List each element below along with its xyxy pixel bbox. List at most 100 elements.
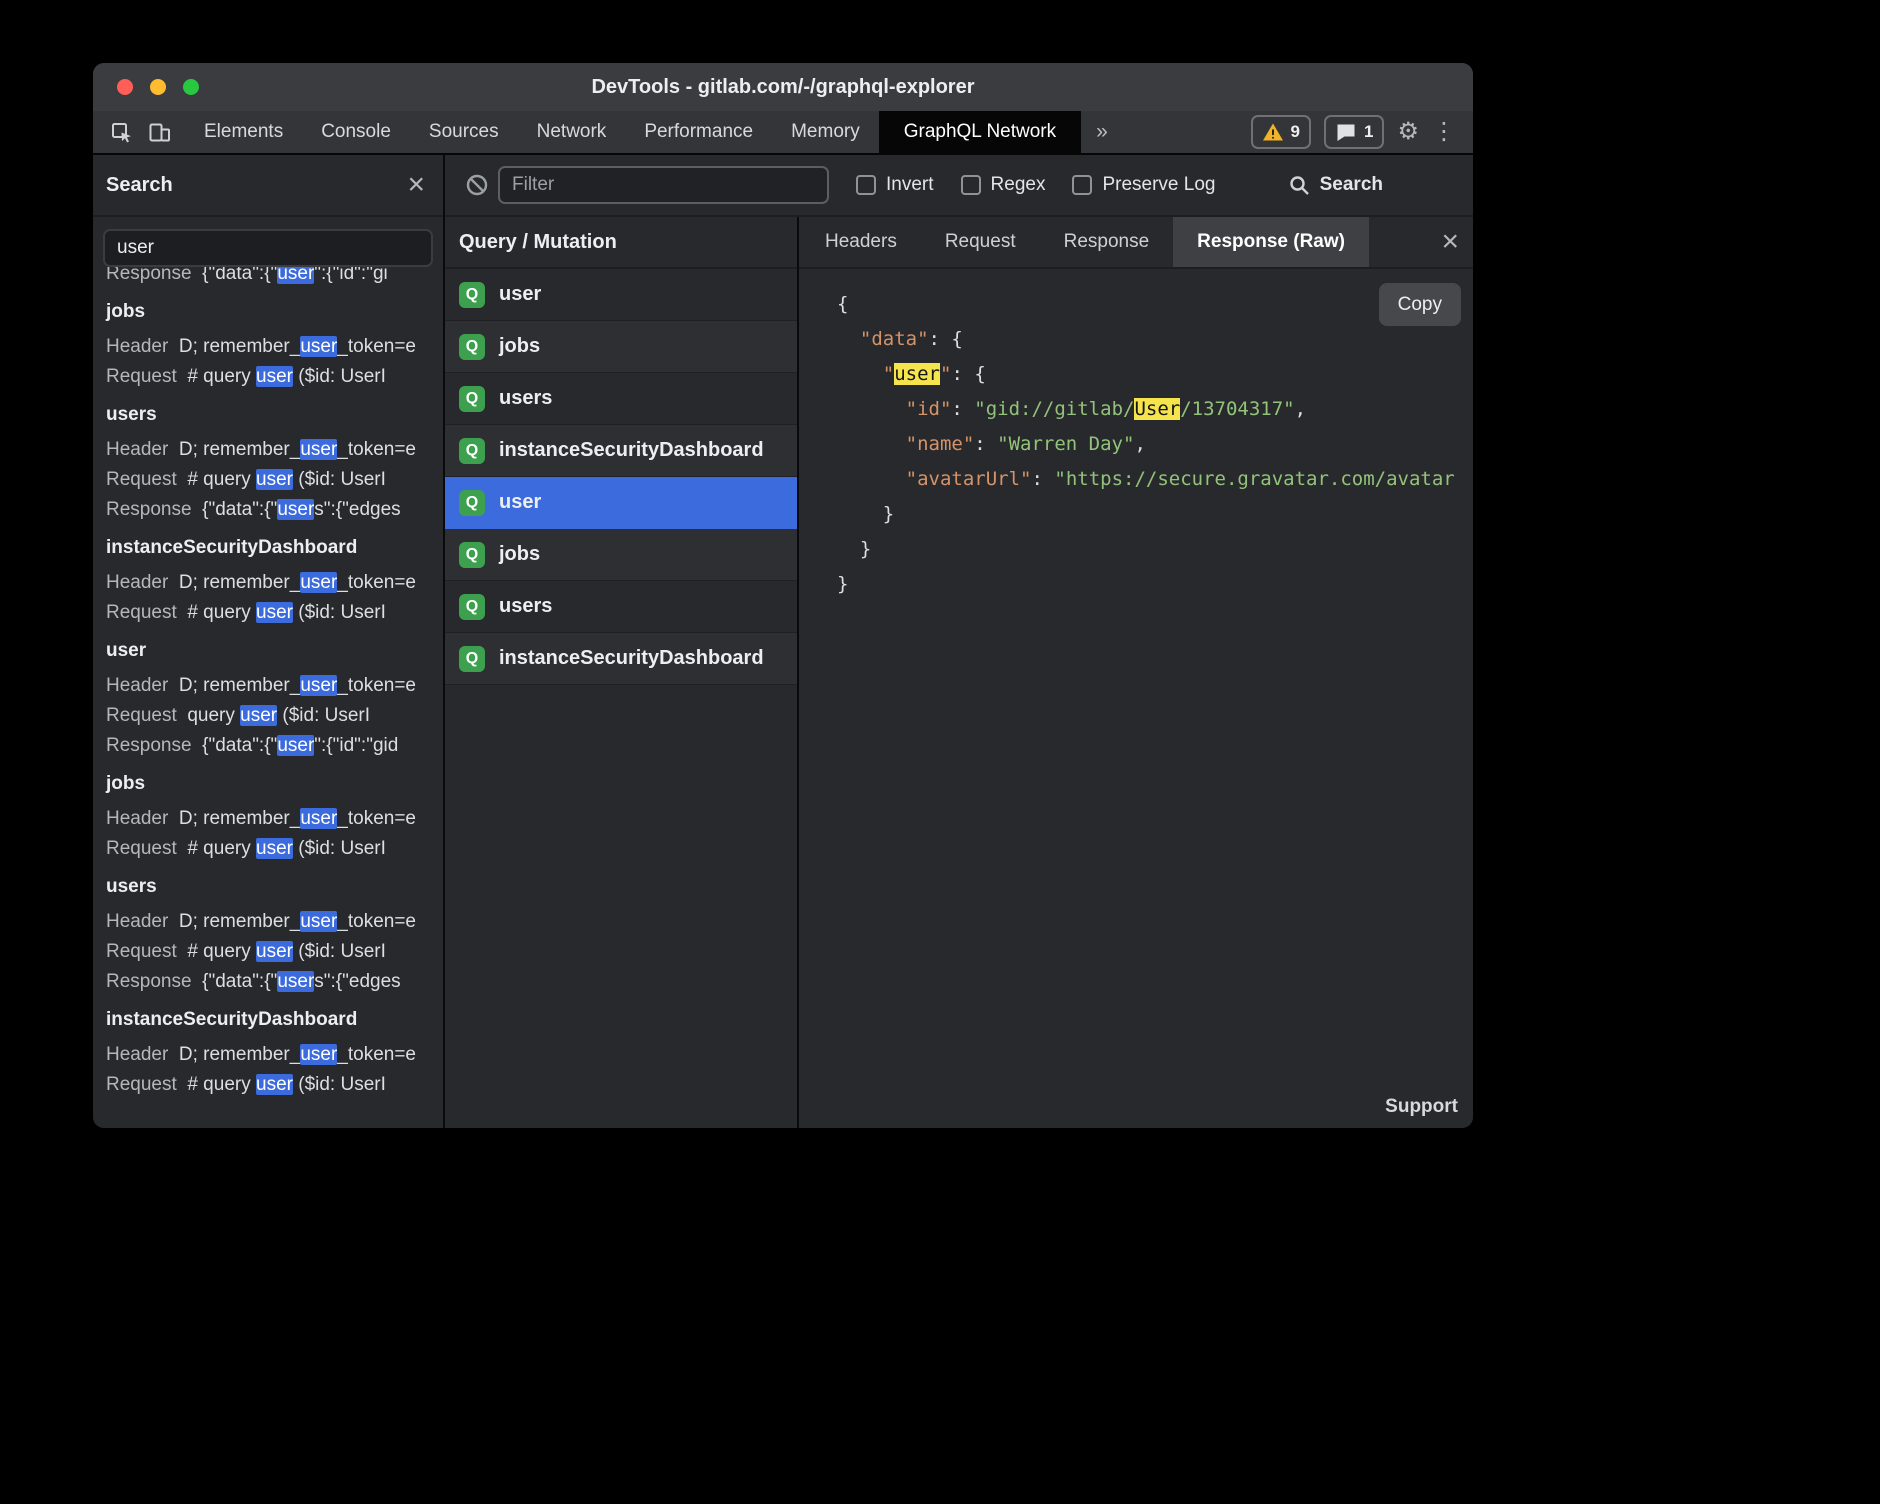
query-badge-icon: Q <box>459 594 485 620</box>
copy-button[interactable]: Copy <box>1379 283 1461 326</box>
fullscreen-window-button[interactable] <box>183 79 199 95</box>
search-result-line[interactable]: Request # query user ($id: UserI <box>106 937 443 967</box>
filter-input[interactable] <box>498 166 829 204</box>
invert-checkbox[interactable]: Invert <box>856 174 934 196</box>
tab-headers[interactable]: Headers <box>801 217 921 267</box>
search-result-line[interactable]: Response {"data":{"users":{"edges <box>106 967 443 997</box>
tab-elements[interactable]: Elements <box>185 111 302 153</box>
issue-count: 1 <box>1364 122 1373 142</box>
tab-performance[interactable]: Performance <box>625 111 772 153</box>
search-result-group: user Header D; remember_user_token=e Req… <box>106 636 443 761</box>
search-panel-header: Search × <box>93 155 443 217</box>
tab-network[interactable]: Network <box>518 111 626 153</box>
search-result-line[interactable]: Header D; remember_user_token=e <box>106 435 443 465</box>
search-result-line[interactable]: Header D; remember_user_token=e <box>106 332 443 362</box>
search-toggle[interactable]: Search <box>1287 173 1383 197</box>
query-list-item-selected[interactable]: Q user <box>445 477 797 529</box>
query-list-item[interactable]: Q jobs <box>445 529 797 581</box>
tab-request[interactable]: Request <box>921 217 1040 267</box>
regex-label: Regex <box>991 174 1046 196</box>
search-result-group: instanceSecurityDashboard Header D; reme… <box>106 1005 443 1100</box>
toolbar-tabs: Elements Console Sources Network Perform… <box>185 111 1123 153</box>
warning-triangle-icon <box>1262 122 1284 142</box>
support-link[interactable]: Support <box>1385 1096 1458 1118</box>
regex-checkbox[interactable]: Regex <box>961 174 1046 196</box>
checkbox-box <box>961 175 981 195</box>
search-result-line[interactable]: Header D; remember_user_token=e <box>106 907 443 937</box>
warnings-badge[interactable]: 9 <box>1251 115 1311 149</box>
search-result-line[interactable]: Request # query user ($id: UserI <box>106 598 443 628</box>
clear-icon[interactable] <box>464 172 490 198</box>
search-result-line[interactable]: Response {"data":{"users":{"edges <box>106 495 443 525</box>
close-search-icon[interactable]: × <box>407 170 425 200</box>
query-label: jobs <box>499 543 540 566</box>
query-list-item[interactable]: Q instanceSecurityDashboard <box>445 633 797 685</box>
search-result-line[interactable]: Request # query user ($id: UserI <box>106 362 443 392</box>
query-list-panel: Query / Mutation Q user Q jobs Q users <box>445 217 799 1128</box>
tab-graphql-network[interactable]: GraphQL Network <box>879 111 1081 153</box>
issues-badge[interactable]: 1 <box>1324 115 1384 149</box>
search-result-line[interactable]: Header D; remember_user_token=e <box>106 1040 443 1070</box>
tab-memory[interactable]: Memory <box>772 111 879 153</box>
search-result-line[interactable]: Response {"data":{"user":{"id":"gid <box>106 731 443 761</box>
query-list-item[interactable]: Q jobs <box>445 321 797 373</box>
search-result-group: users Header D; remember_user_token=e Re… <box>106 400 443 525</box>
search-icon <box>1287 173 1311 197</box>
search-panel-title: Search <box>106 174 173 197</box>
main-row: Query / Mutation Q user Q jobs Q users <box>445 217 1473 1128</box>
search-result-line[interactable]: Request # query user ($id: UserI <box>106 834 443 864</box>
warning-count: 9 <box>1291 122 1300 142</box>
query-list-item[interactable]: Q users <box>445 373 797 425</box>
response-tabs: Headers Request Response Response (Raw) … <box>799 217 1473 269</box>
query-list-item[interactable]: Q instanceSecurityDashboard <box>445 425 797 477</box>
minimize-window-button[interactable] <box>150 79 166 95</box>
search-result-line[interactable]: Response {"data":{"user":{"id":"gi <box>106 267 443 289</box>
tab-response[interactable]: Response <box>1040 217 1174 267</box>
query-list-item[interactable]: Q user <box>445 269 797 321</box>
result-group-title: jobs <box>106 769 443 799</box>
search-result-line[interactable]: Header D; remember_user_token=e <box>106 568 443 598</box>
more-tabs-icon[interactable]: » <box>1081 111 1123 153</box>
search-result-group: instanceSecurityDashboard Header D; reme… <box>106 533 443 628</box>
close-detail-icon[interactable]: × <box>1441 227 1459 257</box>
search-result-line[interactable]: Request # query user ($id: UserI <box>106 465 443 495</box>
search-result-line[interactable]: Request query user ($id: UserI <box>106 701 443 731</box>
search-result-line[interactable]: Header D; remember_user_token=e <box>106 804 443 834</box>
json-line: "data": { <box>837 322 1473 357</box>
search-input[interactable] <box>103 229 433 267</box>
query-label: user <box>499 283 541 306</box>
query-label: jobs <box>499 335 540 358</box>
traffic-lights <box>117 79 199 95</box>
json-line: "user": { <box>837 357 1473 392</box>
tab-console[interactable]: Console <box>302 111 410 153</box>
window-title: DevTools - gitlab.com/-/graphql-explorer <box>93 76 1473 99</box>
query-list-item[interactable]: Q users <box>445 581 797 633</box>
device-toolbar-icon[interactable] <box>143 111 175 153</box>
result-group-title: instanceSecurityDashboard <box>106 533 443 563</box>
response-raw-view: Copy { "data": { "user": { "id": "gid://… <box>799 269 1473 1128</box>
query-badge-icon: Q <box>459 646 485 672</box>
devtools-toolbar: Elements Console Sources Network Perform… <box>93 111 1473 155</box>
titlebar: DevTools - gitlab.com/-/graphql-explorer <box>93 63 1473 111</box>
json-line: } <box>837 567 1473 602</box>
preserve-log-label: Preserve Log <box>1102 174 1215 196</box>
close-window-button[interactable] <box>117 79 133 95</box>
result-group-title: user <box>106 636 443 666</box>
tab-response-raw[interactable]: Response (Raw) <box>1173 217 1369 267</box>
result-group-title: users <box>106 400 443 430</box>
tab-sources[interactable]: Sources <box>410 111 518 153</box>
more-menu-icon[interactable]: ⋮ <box>1432 120 1456 144</box>
inspect-element-icon[interactable] <box>105 111 137 153</box>
search-box-wrap <box>93 217 443 267</box>
response-panel: Headers Request Response Response (Raw) … <box>799 217 1473 1128</box>
toolbar-right: 9 1 ⚙ ⋮ <box>1251 111 1473 153</box>
devtools-window: DevTools - gitlab.com/-/graphql-explorer… <box>93 63 1473 1128</box>
settings-gear-icon[interactable]: ⚙ <box>1397 120 1419 144</box>
search-toggle-label: Search <box>1320 174 1383 196</box>
search-result-line[interactable]: Request # query user ($id: UserI <box>106 1070 443 1100</box>
checkbox-box <box>856 175 876 195</box>
checkbox-box <box>1072 175 1092 195</box>
search-result-line[interactable]: Header D; remember_user_token=e <box>106 671 443 701</box>
json-line: } <box>837 532 1473 567</box>
preserve-log-checkbox[interactable]: Preserve Log <box>1072 174 1215 196</box>
